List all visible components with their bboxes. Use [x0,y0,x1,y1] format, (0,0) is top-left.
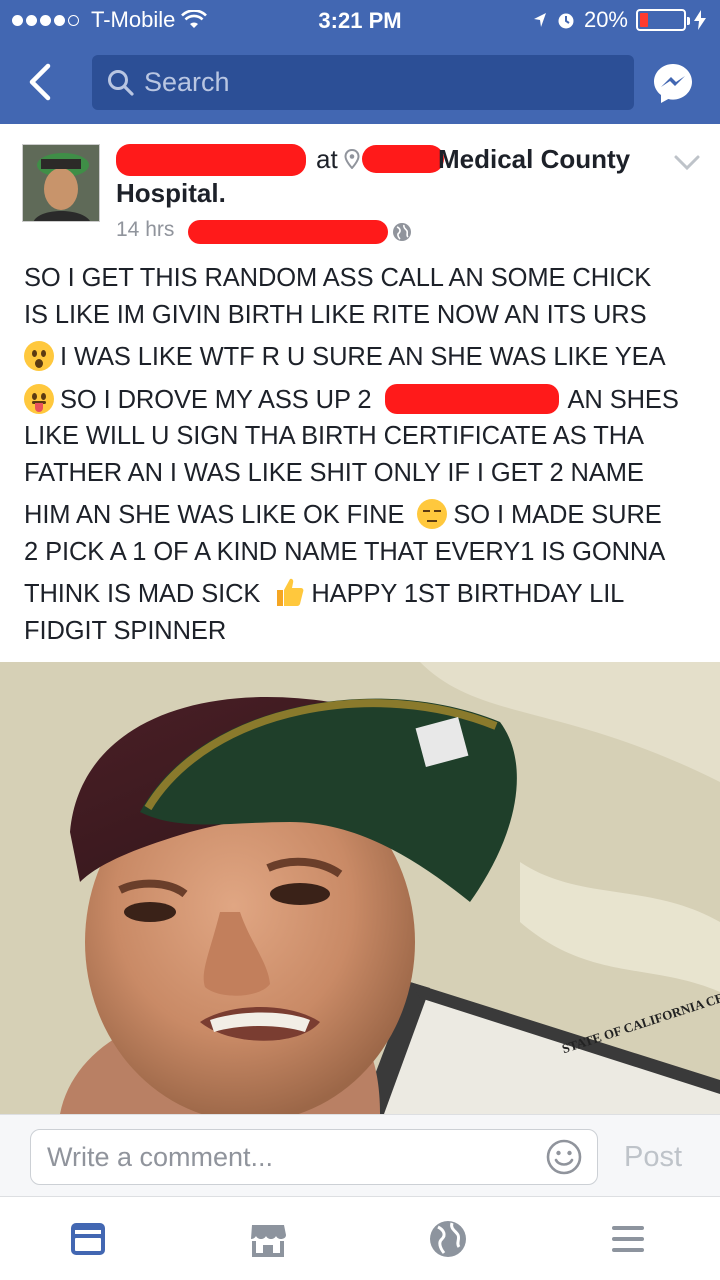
search-icon [108,69,134,96]
redacted-place [362,145,444,173]
menu-icon[interactable] [606,1217,650,1261]
thumbs-up-icon [277,578,304,606]
unamused-face-icon [417,499,448,529]
news-feed-icon[interactable] [66,1217,110,1261]
battery-percent: 20% [583,7,628,32]
post-text-line: IS LIKE IM GIVIN BIRTH LIKE RITE NOW AN … [24,300,647,329]
selfie-photo [0,662,720,1114]
charging-bolt-icon [694,10,706,30]
tab-bar [0,1196,720,1280]
back-chevron-icon[interactable] [22,62,62,102]
chevron-down-icon[interactable] [672,152,702,174]
tongue-face-icon [24,383,54,414]
search-input[interactable] [144,67,634,98]
at-label: at [316,144,338,174]
emoji-picker-icon[interactable] [545,1138,583,1176]
post-text-line: THINK IS MAD SICK HAPPY 1ST BIRTHDAY LIL [24,576,704,613]
post-text-segment: HIM AN SHE WAS LIKE OK FINE [24,501,405,529]
avatar-photo [23,145,99,221]
post-timestamp[interactable]: 14 hrs [116,218,174,242]
comment-input[interactable] [47,1141,545,1173]
alarm-clock-icon [558,13,574,29]
nav-bar [0,52,720,110]
messenger-icon[interactable] [652,62,694,104]
post-comment-button[interactable]: Post [624,1141,682,1174]
post-text-line: HIM AN SHE WAS LIKE OK FINE SO I MADE SU… [24,497,704,534]
location-arrow-icon [533,13,546,27]
post-text-line: I WAS LIKE WTF R U SURE AN SHE WAS LIKE … [24,339,704,376]
post-header-line: at Medical County [116,142,656,176]
status-right: 20% [532,7,706,33]
post-body: SO I GET THIS RANDOM ASS CALL AN SOME CH… [24,260,704,649]
astonished-face-icon [24,341,54,371]
post-text-line: SO I DROVE MY ASS UP 2 AN SHES [24,382,704,419]
battery-icon [636,9,690,31]
comment-bar: Post [0,1114,720,1196]
search-bar[interactable] [92,55,634,110]
place-name-continued[interactable]: Hospital. [116,176,226,210]
redacted-name [116,144,306,176]
post-text-line: 2 PICK A 1 OF A KIND NAME THAT EVERY1 IS… [24,537,666,566]
status-bar: T-Mobile 3:21 PM 20% [0,0,720,40]
post-text-segment: SO I DROVE MY ASS UP 2 [60,385,372,414]
location-pin-icon [344,149,360,169]
post-text-line: FIDGIT SPINNER [24,616,227,645]
avatar[interactable] [22,144,100,222]
post-text-line: FATHER AN I WAS LIKE SHIT ONLY IF I GET … [24,458,644,487]
post-photo[interactable]: STATE OF CALIFORNIA CERTIFICATION OF VIT… [0,662,720,1114]
post-text-segment: THINK IS MAD SICK [24,580,261,608]
post-text-segment: AN SHES [567,385,679,414]
public-globe-icon [393,223,411,241]
post-text-segment: HAPPY 1ST BIRTHDAY LIL [311,580,625,608]
place-name[interactable]: Medical County [438,142,630,176]
post-text-segment: I WAS LIKE WTF R U SURE AN SHE WAS LIKE … [60,343,666,371]
notifications-globe-icon[interactable] [426,1217,470,1261]
post-text-line: SO I GET THIS RANDOM ASS CALL AN SOME CH… [24,264,652,292]
redacted-location [385,383,560,414]
app-header: T-Mobile 3:21 PM 20% [0,0,720,124]
marketplace-icon[interactable] [246,1217,290,1261]
post-text-segment: SO I MADE SURE [453,501,662,529]
redacted-timestamp-detail [188,220,388,244]
battery-level [640,13,648,27]
comment-box[interactable] [30,1129,598,1185]
post-text-line: LIKE WILL U SIGN THA BIRTH CERTIFICATE A… [24,422,644,450]
